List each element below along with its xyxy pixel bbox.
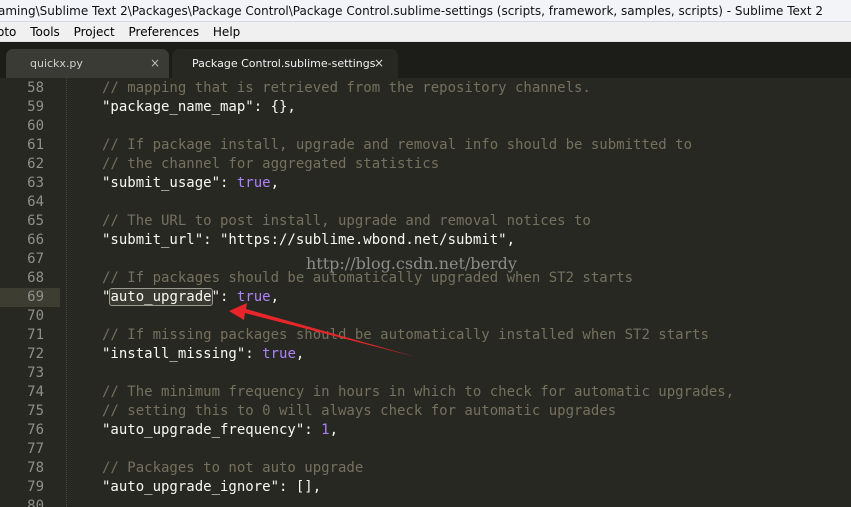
line-number: 75 [27,403,44,419]
code-line[interactable]: "auto_upgrade_ignore": [], [102,478,321,497]
line-number: 70 [27,308,44,324]
line-number: 64 [27,194,44,210]
tab-package-control-settings[interactable]: Package Control.sublime-settings × [172,49,398,78]
gutter-line: 74 [0,383,60,402]
code-line[interactable]: "submit_url": "https://sublime.wbond.net… [102,231,515,250]
gutter-line: 67 [0,250,60,269]
gutter-line: 71 [0,326,60,345]
line-number: 60 [27,118,44,134]
indent-guide [66,78,67,507]
close-icon[interactable]: × [374,49,384,78]
gutter-line: 78 [0,459,60,478]
gutter-line: 73 [0,364,60,383]
line-number: 72 [27,346,44,362]
gutter-line: 75 [0,402,60,421]
line-number: 76 [27,422,44,438]
line-number: 77 [27,441,44,457]
code-line[interactable]: // Packages to not auto upgrade [102,459,363,478]
watermark-text: http://blog.csdn.net/berdy [306,254,517,273]
menu-bar: oto Tools Project Preferences Help [0,22,851,42]
line-number: 63 [27,175,44,191]
line-number: 65 [27,213,44,229]
line-number: 66 [27,232,44,248]
menu-item-project[interactable]: Project [69,22,120,41]
line-number: 74 [27,384,44,400]
menu-item-preferences[interactable]: Preferences [124,22,205,41]
tab-label: quickx.py [30,57,83,70]
code-line[interactable]: // mapping that is retrieved from the re… [102,79,591,98]
line-number: 69 [27,289,44,305]
gutter-line: 77 [0,440,60,459]
code-line[interactable]: // The URL to post install, upgrade and … [102,212,591,231]
line-number: 79 [27,479,44,495]
line-number: 78 [27,460,44,476]
code-line[interactable]: "submit_usage": true, [102,174,279,193]
line-number: 59 [27,99,44,115]
code-editor[interactable]: 58 // mapping that is retrieved from the … [0,78,851,507]
window-title-bar: aming\Sublime Text 2\Packages\Package Co… [0,0,851,22]
gutter-line: 79 [0,478,60,497]
code-line[interactable]: // The minimum frequency in hours in whi… [102,383,734,402]
menu-item-tools[interactable]: Tools [25,22,65,41]
gutter-line: 59 [0,98,60,117]
code-line[interactable]: // setting this to 0 will always check f… [102,402,616,421]
line-number: 68 [27,270,44,286]
tab-quickx-py[interactable]: quickx.py × [6,49,169,78]
gutter-line: 65 [0,212,60,231]
line-number: 80 [27,498,44,507]
gutter-line: 61 [0,136,60,155]
line-number: 67 [27,251,44,267]
gutter-line: 60 [0,117,60,136]
code-line[interactable]: // If missing packages should be automat… [102,326,709,345]
gutter-line: 58 [0,79,60,98]
gutter-line: 70 [0,307,60,326]
code-line[interactable]: "package_name_map": {}, [102,98,296,117]
line-number: 71 [27,327,44,343]
line-number: 61 [27,137,44,153]
close-icon[interactable]: × [150,49,160,78]
gutter-line: 72 [0,345,60,364]
gutter-line: 64 [0,193,60,212]
gutter-line: 80 [0,497,60,507]
line-number: 73 [27,365,44,381]
tab-label: Package Control.sublime-settings [192,57,376,70]
gutter-line: 76 [0,421,60,440]
window-title: aming\Sublime Text 2\Packages\Package Co… [0,4,823,18]
gutter-line: 62 [0,155,60,174]
gutter-line: 69 [0,288,60,307]
gutter-line: 63 [0,174,60,193]
menu-item-goto[interactable]: oto [0,22,21,41]
code-line[interactable]: // If package install, upgrade and remov… [102,136,692,155]
menu-item-help[interactable]: Help [208,22,245,41]
line-number: 62 [27,156,44,172]
tab-bar: quickx.py × Package Control.sublime-sett… [0,42,851,78]
code-line[interactable]: "install_missing": true, [102,345,304,364]
gutter-line: 68 [0,269,60,288]
code-line[interactable]: "auto_upgrade": true, [102,288,279,307]
gutter-line: 66 [0,231,60,250]
code-line[interactable]: // the channel for aggregated statistics [102,155,439,174]
line-number: 58 [27,80,44,96]
code-line[interactable]: "auto_upgrade_frequency": 1, [102,421,338,440]
